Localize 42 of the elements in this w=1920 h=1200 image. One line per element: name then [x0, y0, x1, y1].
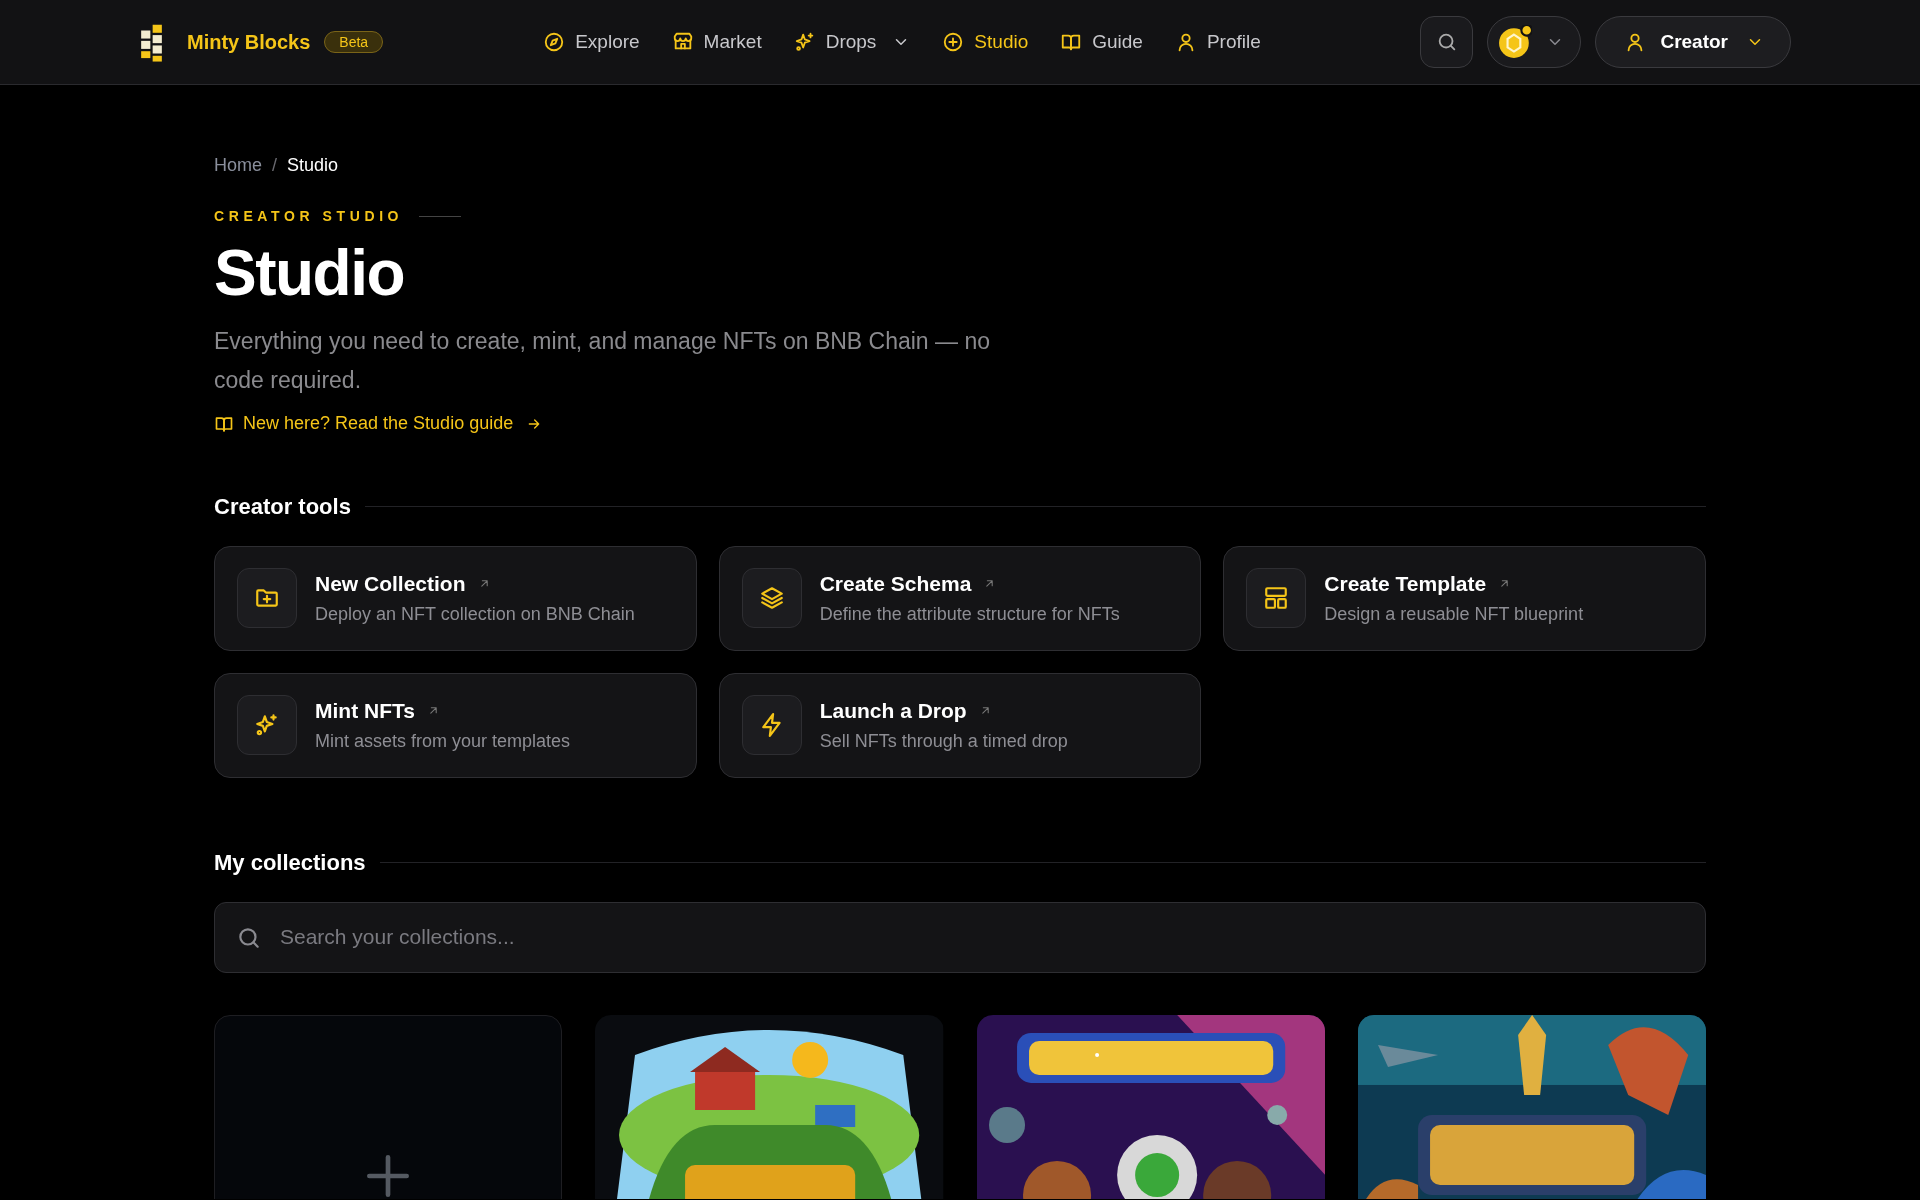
tool-title: New Collection [315, 571, 466, 596]
search-field[interactable]: Search your collections... [214, 901, 1706, 973]
network-selector[interactable] [1487, 16, 1582, 68]
tool-title: Create Template [1324, 571, 1487, 596]
nav-link[interactable]: Market [671, 31, 762, 53]
coin-icon [1498, 25, 1533, 59]
tool-description: Design a reusable NFT blueprint [1324, 603, 1584, 625]
tool-description: Define the attribute structure for NFTs [819, 603, 1120, 625]
breadcrumb-link[interactable]: Studio [287, 155, 339, 176]
tool-description: Deploy an NFT collection on BNB Chain [315, 603, 635, 625]
tool-description: Mint assets from your templates [315, 730, 571, 752]
section-heading: My collections [214, 849, 366, 876]
breadcrumb-link[interactable]: Home [214, 155, 262, 176]
tool-card[interactable]: Launch a Drop Sell NFTs through a timed drop [718, 672, 1202, 778]
tool-title: Launch a Drop [819, 698, 967, 723]
plus-circle-icon [942, 31, 965, 53]
nav-link[interactable]: Guide [1060, 31, 1143, 53]
nav-link[interactable]: Explore [543, 31, 640, 53]
nav-link[interactable]: Drops [793, 31, 911, 53]
nav-link[interactable]: Studio [942, 31, 1029, 53]
compass-icon [543, 31, 566, 53]
tool-description: Sell NFTs through a timed drop [819, 730, 1068, 752]
page-description: Everything you need to create, mint, and manage NFTs on BNB Chain — no code required. [214, 327, 992, 396]
breadcrumb-separator: / [272, 155, 278, 176]
tool-card[interactable]: Create Schema Define the attribute structure for NFTs [718, 545, 1202, 651]
tool-card[interactable]: New Collection Deploy an NFT collection on BNB Chain [214, 545, 697, 651]
sparkles-icon [793, 31, 816, 53]
tool-card[interactable]: Create Template Design a reusable NFT blueprint [1223, 545, 1706, 651]
search-button[interactable] [1420, 16, 1474, 68]
page-title: Studio [214, 238, 406, 309]
tool-card[interactable]: Mint NFTs Mint assets from your templates [214, 672, 697, 778]
eyebrow-label: CREATOR STUDIO [214, 208, 404, 224]
brand-name[interactable]: Minty Blocks [187, 30, 311, 54]
tool-title: Mint NFTs [315, 698, 415, 723]
nav-link[interactable]: Profile [1174, 31, 1261, 53]
layers-icon [758, 585, 785, 612]
beta-badge: Beta [324, 31, 384, 53]
section-heading: Creator tools [214, 493, 351, 520]
tool-title: Create Schema [819, 571, 972, 596]
guide-link[interactable]: New here? Read the Studio guide [214, 413, 543, 435]
account-button[interactable]: Creator [1595, 16, 1791, 68]
layout-icon [1263, 585, 1290, 612]
